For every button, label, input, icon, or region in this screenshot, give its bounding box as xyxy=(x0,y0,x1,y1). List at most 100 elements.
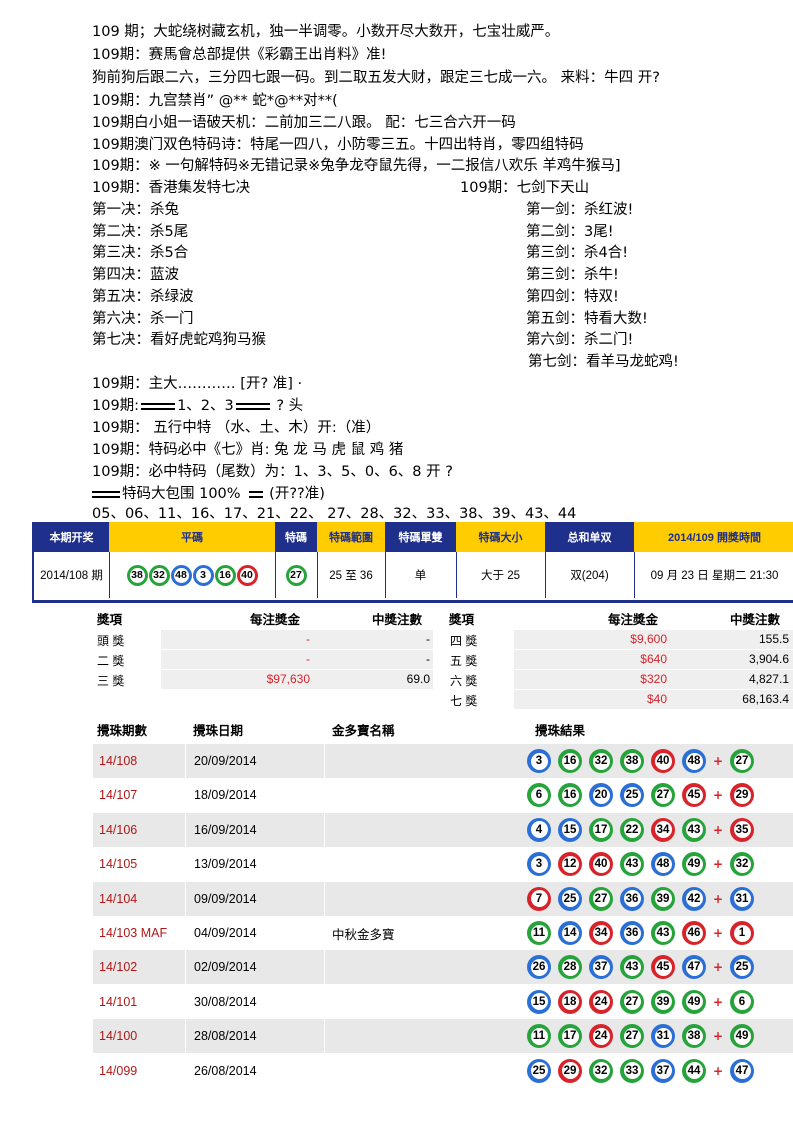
jackpot-name xyxy=(324,778,526,813)
header-special-range: 特碼範圍 xyxy=(317,522,386,552)
ball-number: 15 xyxy=(561,821,579,839)
text-line-head: 109期: 1、2、3 ? 头 xyxy=(92,396,303,416)
regular-balls: 38 32 48 3 16 40 xyxy=(109,552,276,598)
draw-date: 28/08/2014 xyxy=(185,1019,324,1054)
ball-number: 20 xyxy=(592,786,610,804)
lottery-ball: 31 xyxy=(651,1024,675,1049)
draw-date: 04/09/2014 xyxy=(185,916,324,950)
ball-number: 25 xyxy=(530,1062,548,1080)
lottery-ball: 42 xyxy=(682,886,706,911)
size-value: 大于 25 xyxy=(456,552,546,598)
plus-separator: + xyxy=(713,1029,724,1044)
draw-id[interactable]: 14/101 xyxy=(99,985,137,1019)
special-ball-cell: 27 xyxy=(275,552,318,598)
ball-number: 31 xyxy=(733,890,751,908)
lottery-ball: 27 xyxy=(620,989,644,1014)
odd-even-value: 单 xyxy=(385,552,457,598)
table-row: 14/100 28/08/2014 11 17 24 27 31 38 +49 xyxy=(93,1019,793,1054)
draw-id[interactable]: 14/107 xyxy=(99,778,137,812)
ball-number: 49 xyxy=(685,993,703,1011)
draw-id[interactable]: 14/100 xyxy=(99,1019,137,1053)
left-block-item: 第五决：杀绿波 xyxy=(92,289,194,305)
lottery-ball: 14 xyxy=(558,921,582,945)
text-line-6: 109期澳门双色特码诗：特尾一四八，小防零三五。十四出特肖，零四组特码 xyxy=(92,137,584,153)
draw-id[interactable]: 14/099 xyxy=(99,1054,137,1088)
draw-id[interactable]: 14/106 xyxy=(99,813,137,847)
text-line-7: 109期：※ 一句解特码※无错记录※兔争龙夺鼠先得，一二报信八欢乐 羊鸡牛猴马] xyxy=(92,158,621,174)
lottery-ball: 45 xyxy=(682,783,706,808)
jackpot-name xyxy=(324,847,526,882)
lottery-ball: 43 xyxy=(682,817,706,842)
results-header-date: 攪珠日期 xyxy=(193,724,244,738)
head-numbers: 1、2、3 xyxy=(177,398,234,414)
text-line-qixiao: 109期：特码必中《七》肖: 兔 龙 马 虎 鼠 鸡 猪 xyxy=(92,442,404,458)
lottery-ball: 33 xyxy=(620,1058,644,1083)
ball-number: 43 xyxy=(623,855,641,873)
draw-date: 02/09/2014 xyxy=(185,950,324,985)
lottery-ball: 44 xyxy=(682,1058,706,1083)
lottery-ball: 24 xyxy=(589,989,613,1014)
ball-number: 16 xyxy=(561,786,579,804)
wrap-suffix: (开??准) xyxy=(264,486,325,502)
lottery-ball: 47 xyxy=(730,1058,754,1083)
ball-number: 27 xyxy=(592,890,610,908)
prize-count: 68,163.4 xyxy=(742,692,789,706)
plus-separator: + xyxy=(713,822,724,837)
draw-id[interactable]: 14/104 xyxy=(99,882,137,916)
plus-separator: + xyxy=(713,960,724,975)
lottery-ball: 32 xyxy=(730,852,754,877)
ball-number: 15 xyxy=(530,993,548,1011)
table-row: 14/099 26/08/2014 25 29 32 33 37 44 +47 xyxy=(93,1053,793,1088)
left-block-item: 第七决：看好虎蛇鸡狗马猴 xyxy=(92,332,266,348)
lottery-ball: 36 xyxy=(620,886,644,911)
ball-number: 45 xyxy=(654,958,672,976)
ball-number: 45 xyxy=(685,786,703,804)
lottery-ball: 38 xyxy=(126,564,148,586)
ball-number: 33 xyxy=(623,1062,641,1080)
table-row: 14/107 18/09/2014 6 16 20 25 27 45 +29 xyxy=(93,778,793,813)
prize-header-amount: 每注獎金 xyxy=(250,613,301,627)
table-row: 14/102 02/09/2014 26 28 37 43 45 47 +25 xyxy=(93,950,793,985)
draw-date: 20/09/2014 xyxy=(185,744,324,778)
bar-decoration xyxy=(92,490,120,498)
lottery-ball: 25 xyxy=(620,783,644,808)
lottery-ball: 37 xyxy=(651,1058,675,1083)
ball-number: 32 xyxy=(151,567,167,583)
prize-amount: - xyxy=(306,632,310,646)
lottery-ball: 16 xyxy=(558,749,582,773)
lottery-ball: 29 xyxy=(558,1058,582,1083)
ball-number: 14 xyxy=(561,924,579,942)
text-line-4: 109期：九宫禁肖” @** 蛇*@**对**( xyxy=(92,93,338,109)
draw-period: 2014/108 期 xyxy=(34,552,110,598)
table-row: 14/101 30/08/2014 15 18 24 27 39 49 +6 xyxy=(93,984,793,1019)
lottery-ball: 46 xyxy=(682,921,706,945)
prize-name: 七 獎 xyxy=(450,694,478,708)
left-block-title: 109期：香港集发特七决 xyxy=(92,180,251,196)
lottery-ball: 25 xyxy=(527,1058,551,1083)
draw-summary-table: 本期开奖 平碼 特碼 特碼範圍 特碼單雙 特碼大小 总和单双 2014/109 … xyxy=(32,522,793,603)
ball-number: 40 xyxy=(654,752,672,770)
next-draw-time-value: 09 月 23 日 星期二 21:30 xyxy=(650,570,779,582)
lottery-ball: 47 xyxy=(682,955,706,980)
jackpot-name xyxy=(324,812,526,847)
head-prefix: 109期: xyxy=(92,398,140,414)
ball-number: 44 xyxy=(685,1062,703,1080)
lottery-ball: 48 xyxy=(170,564,192,586)
lottery-ball: 32 xyxy=(589,749,613,773)
lottery-ball: 16 xyxy=(558,783,582,808)
prize-name: 四 獎 xyxy=(450,634,478,648)
ball-number: 43 xyxy=(654,924,672,942)
table-row: 14/105 13/09/2014 3 12 40 43 48 49 +32 xyxy=(93,847,793,882)
ball-number: 38 xyxy=(685,1027,703,1045)
ball-number: 38 xyxy=(623,752,641,770)
ball-number: 48 xyxy=(654,855,672,873)
draw-id[interactable]: 14/108 xyxy=(99,744,137,778)
draw-id[interactable]: 14/102 xyxy=(99,950,137,984)
header-regular-numbers: 平碼 xyxy=(109,522,276,552)
draw-id[interactable]: 14/103 MAF xyxy=(99,916,167,950)
ball-number: 49 xyxy=(733,1027,751,1045)
draw-id[interactable]: 14/105 xyxy=(99,847,137,881)
ball-number: 6 xyxy=(530,786,548,804)
lottery-ball: 11 xyxy=(527,1024,551,1049)
ball-number: 25 xyxy=(733,958,751,976)
